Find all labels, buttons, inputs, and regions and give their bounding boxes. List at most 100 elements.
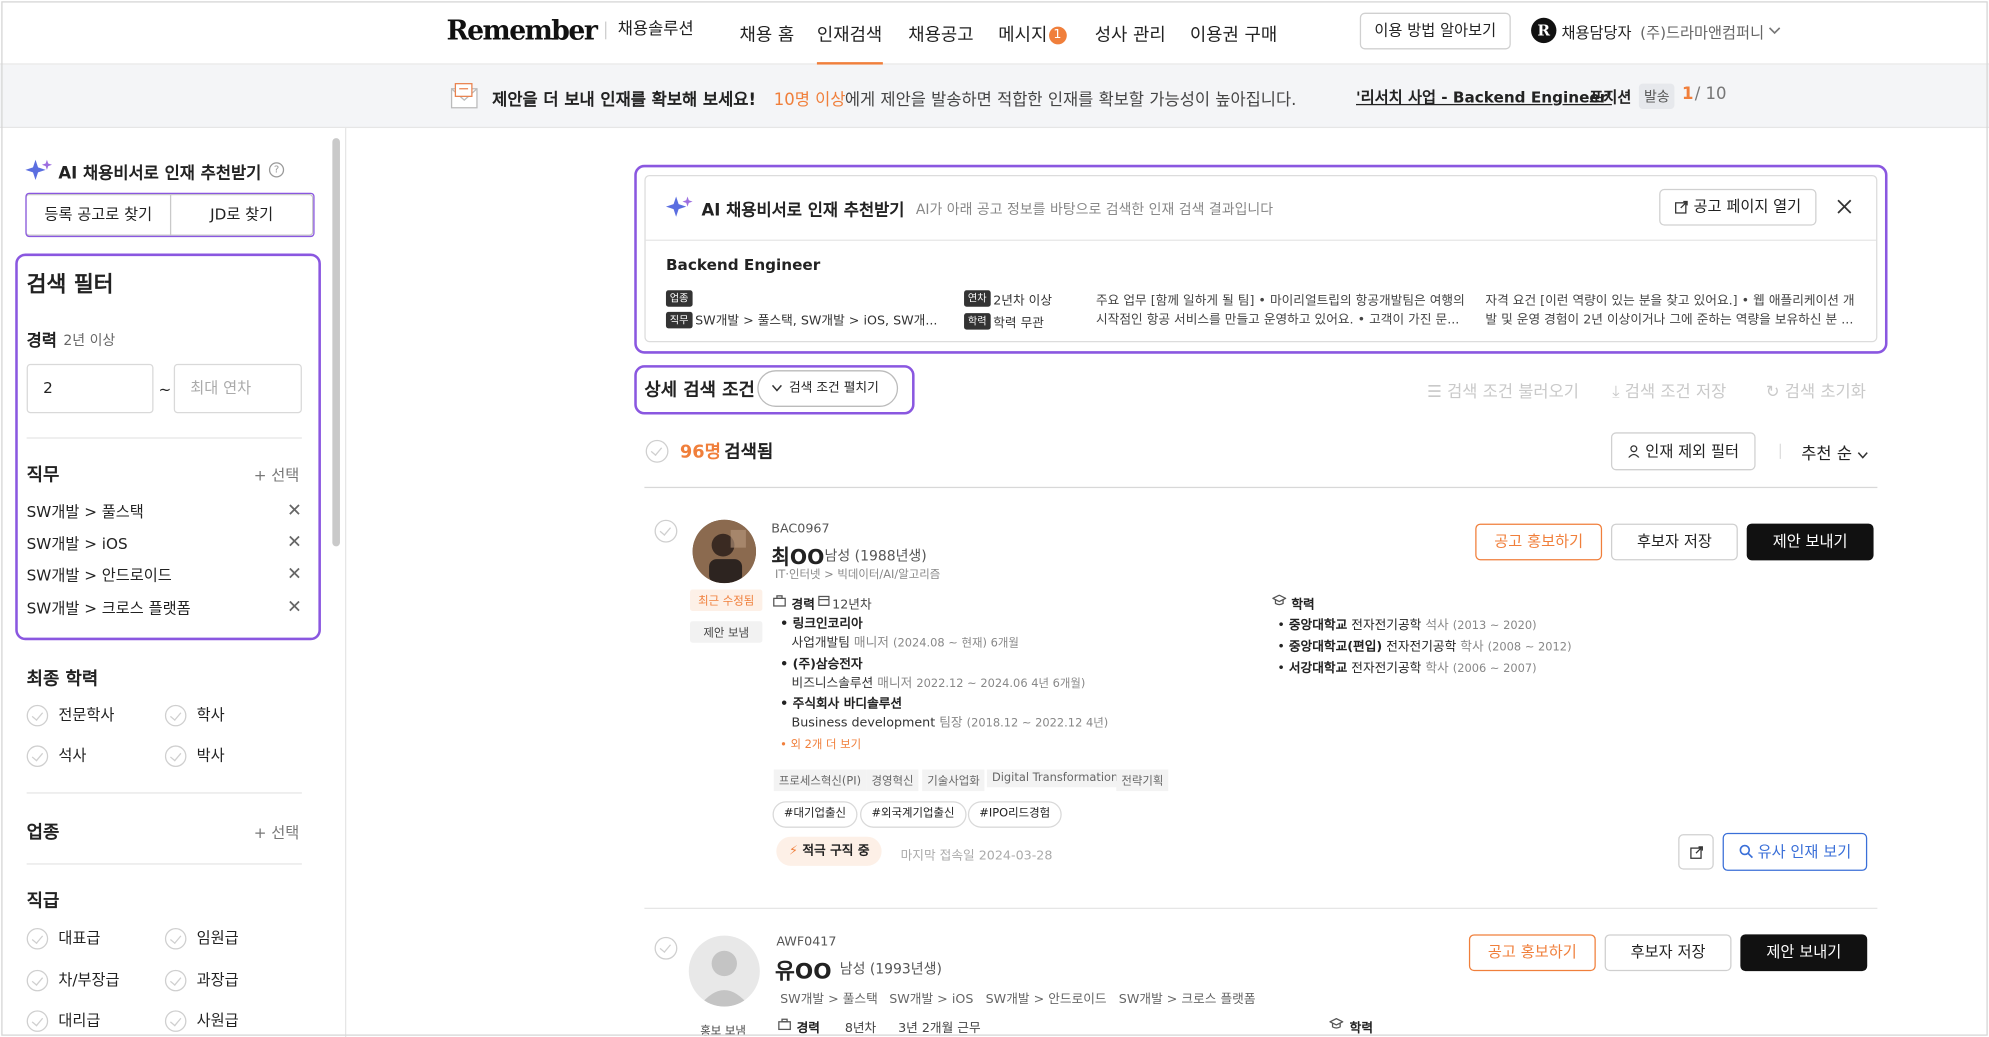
remove-icon[interactable]: ✕ — [287, 532, 302, 552]
expand-conditions-button[interactable]: 검색 조건 펼치기 — [757, 370, 899, 407]
career-years: 8년차 — [844, 1021, 877, 1036]
sort-dropdown[interactable]: 추천 순 — [1801, 440, 1868, 464]
job-chip: SW개발 > 크로스 플랫폼 ✕ — [27, 597, 302, 619]
nav-messages[interactable]: 메시지 1 — [998, 22, 1067, 47]
promote-posting-button[interactable]: 공고 홍보하기 — [1475, 523, 1603, 561]
edu-option-label: 석사 — [58, 746, 87, 765]
save-candidate-button[interactable]: 후보자 저장 — [1610, 523, 1738, 561]
detail-search-title: 상세 검색 조건 — [644, 380, 755, 401]
ai-position-title: Backend Engineer — [665, 256, 821, 274]
divider — [26, 792, 302, 794]
save-conditions-button[interactable]: ⤓ 검색 조건 저장 — [1612, 378, 1726, 402]
rank-option[interactable]: 대리급 — [26, 1009, 100, 1032]
edu-option-label: 전문학사 — [58, 706, 115, 724]
sidebar-scrollbar[interactable] — [332, 138, 340, 547]
person-icon — [1628, 445, 1640, 459]
banner-message: 에게 제안을 발송하면 적합한 인재를 확보할 가능성이 높아집니다. — [844, 91, 1297, 111]
help-icon[interactable]: ? — [268, 162, 285, 178]
last-login: 마지막 접속일 2024-03-28 — [900, 849, 1053, 864]
career-max-input[interactable]: 최대 연차 — [173, 363, 302, 414]
graduation-cap-icon — [1272, 594, 1287, 606]
keyword-tag: Digital Transformation — [986, 769, 1124, 788]
open-profile-button[interactable] — [1678, 834, 1714, 870]
nav-purchase-pass[interactable]: 이용권 구매 — [1190, 22, 1277, 47]
candidate-id: AWF0417 — [776, 935, 837, 950]
edu-option-associate[interactable]: 전문학사 — [26, 704, 115, 727]
briefcase-icon — [773, 595, 786, 607]
edu-option-master[interactable]: 석사 — [26, 744, 87, 767]
rank-option[interactable]: 임원급 — [164, 927, 239, 950]
save-candidate-button[interactable]: 후보자 저장 — [1604, 934, 1732, 972]
industry-add-button[interactable]: + 선택 — [254, 821, 300, 843]
job-company: • 주식회사 바디솔루션 — [780, 697, 903, 712]
job-role: 매니저 — [853, 636, 889, 651]
top-navigation-bar: Remember 채용솔루션 채용 홈 인재검색 채용공고 메시지 1 성사 관리… — [0, 0, 1989, 65]
nav-job-postings[interactable]: 채용공고 — [908, 22, 973, 47]
how-to-use-button[interactable]: 이용 방법 알아보기 — [1359, 12, 1511, 50]
position-link[interactable]: '리서치 사업 - Backend Engineer' — [1356, 86, 1612, 108]
close-icon[interactable] — [1837, 199, 1852, 214]
edu-option-bachelor[interactable]: 학사 — [164, 704, 225, 727]
job-add-button[interactable]: + 선택 — [254, 464, 300, 486]
ai-card-title: AI 채용비서로 인재 추천받기 — [701, 201, 905, 221]
reset-search-button[interactable]: ↻ 검색 초기화 — [1766, 378, 1866, 402]
skill-tag: SW개발 > 안드로이드 — [985, 992, 1107, 1007]
candidate-gender-age: 남성 (1988년생) — [824, 547, 927, 565]
candidate-name[interactable]: 유OO — [775, 953, 832, 985]
similar-talent-button[interactable]: 유사 인재 보기 — [1722, 832, 1868, 871]
promote-posting-button[interactable]: 공고 홍보하기 — [1468, 934, 1596, 972]
avatar-photo — [692, 519, 757, 584]
skill-tag: SW개발 > 풀스택 — [780, 992, 878, 1007]
user-role[interactable]: 채용담당자 — [1562, 22, 1632, 44]
job-company: • (주)삼승전자 — [780, 657, 863, 672]
remember-logo[interactable]: Remember — [447, 14, 598, 46]
remove-icon[interactable]: ✕ — [287, 501, 302, 521]
candidate-field: IT·인터넷 > 빅데이터/AI/알고리즘 — [775, 569, 941, 582]
chevron-down-icon[interactable] — [1768, 25, 1781, 35]
company-name[interactable]: (주)드라마앤컴퍼니 — [1640, 22, 1764, 44]
position-suffix: 포지션 — [1589, 88, 1632, 107]
candidate-avatar[interactable] — [692, 519, 757, 584]
reset-search-label: 검색 초기화 — [1784, 382, 1866, 402]
open-posting-button[interactable]: 공고 페이지 열기 — [1659, 188, 1817, 226]
ai-duty-line: 시작점인 항공 서비스를 만들고 운영하고 있어요. • 고객이 가진 문... — [1095, 313, 1460, 328]
job-chip: SW개발 > 풀스택 ✕ — [27, 501, 302, 523]
briefcase-icon — [778, 1018, 791, 1031]
divider — [1779, 443, 1781, 459]
exclude-filter-button[interactable]: 인재 제외 필터 — [1610, 432, 1756, 471]
banner-title: 제안을 더 보내 인재를 확보해 보세요! — [492, 91, 756, 111]
education-label: 학력 — [1349, 1021, 1374, 1036]
rank-option[interactable]: 사원급 — [164, 1009, 239, 1032]
exclude-filter-label: 인재 제외 필터 — [1645, 442, 1740, 461]
nav-talent-search[interactable]: 인재검색 — [816, 22, 883, 65]
filter-title: 검색 필터 — [26, 272, 114, 298]
education-label: 학력 — [1291, 598, 1315, 613]
candidate-avatar[interactable] — [688, 935, 760, 1007]
edu-major: 전자전기공학 — [1351, 618, 1422, 633]
check-circle-icon — [164, 745, 187, 767]
send-offer-button[interactable]: 제안 보내기 — [1746, 523, 1874, 561]
nav-recruit-home[interactable]: 채용 홈 — [740, 22, 795, 47]
edu-option-phd[interactable]: 박사 — [164, 744, 225, 767]
remove-icon[interactable]: ✕ — [287, 564, 302, 584]
rank-option[interactable]: 과장급 — [164, 969, 239, 992]
remove-icon[interactable]: ✕ — [287, 597, 302, 617]
job-role: 팀장 — [939, 716, 963, 731]
select-all-checkbox[interactable] — [645, 439, 669, 463]
load-conditions-button[interactable]: ☰ 검색 조건 불러오기 — [1427, 378, 1579, 402]
edu-entry: • 중앙대학교(편입) 전자전기공학 학사 (2008 ~ 2012) — [1277, 640, 1572, 655]
keyword-tag: 프로세스혁신(PI) — [773, 769, 867, 792]
send-offer-button[interactable]: 제안 보내기 — [1740, 934, 1868, 972]
more-careers-link[interactable]: • 외 2개 더 보기 — [780, 735, 861, 752]
career-min-input[interactable]: 2 — [26, 363, 154, 414]
rank-option[interactable]: 차/부장급 — [26, 969, 120, 992]
tab-registered-posting[interactable]: 등록 공고로 찾기 — [25, 193, 172, 236]
edu-school: 중앙대학교 — [1288, 618, 1348, 633]
rank-option[interactable]: 대표급 — [26, 927, 100, 950]
nav-deal-management[interactable]: 성사 관리 — [1095, 22, 1166, 47]
external-link-icon — [1689, 846, 1703, 859]
candidate-checkbox[interactable] — [654, 936, 678, 960]
tab-jd-search[interactable]: JD로 찾기 — [169, 193, 314, 236]
candidate-checkbox[interactable] — [654, 519, 678, 543]
career-years: 12년차 — [832, 598, 872, 613]
